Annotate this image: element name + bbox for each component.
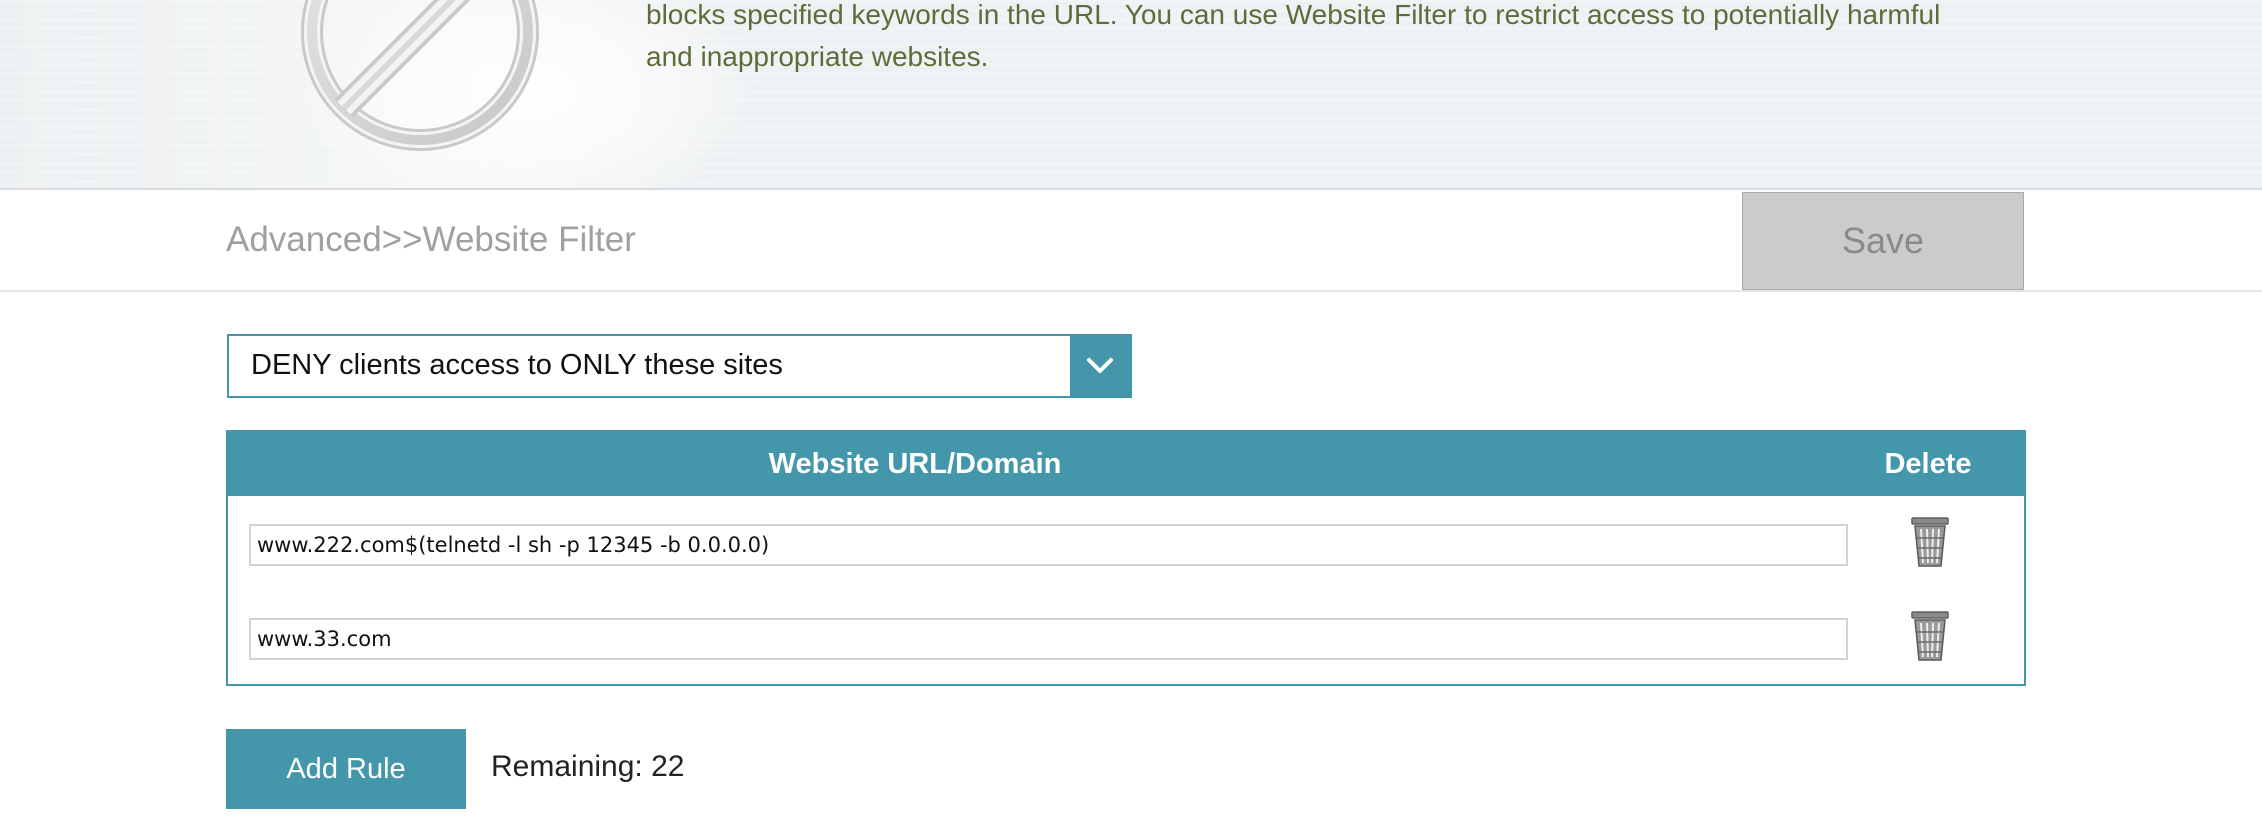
title-bar: Advanced>>Website Filter Save xyxy=(0,190,2262,292)
filter-mode-value: DENY clients access to ONLY these sites xyxy=(251,349,783,381)
banner-description: blocks specified keywords in the URL. Yo… xyxy=(646,0,2026,78)
table-row xyxy=(228,496,2024,586)
column-header-delete: Delete xyxy=(1884,448,1972,480)
filter-mode-select[interactable]: DENY clients access to ONLY these sites xyxy=(227,334,1132,398)
remaining-count: Remaining: 22 xyxy=(491,750,685,783)
banner-description-line2: and inappropriate websites. xyxy=(646,41,989,72)
chevron-down-icon xyxy=(1087,358,1113,373)
add-rule-button[interactable]: Add Rule xyxy=(226,729,466,809)
prohibit-icon xyxy=(301,0,539,151)
url-input[interactable] xyxy=(249,524,1848,566)
save-button[interactable]: Save xyxy=(1742,192,2024,290)
dropdown-toggle[interactable] xyxy=(1070,336,1130,396)
column-header-url: Website URL/Domain xyxy=(768,448,1062,480)
url-input[interactable] xyxy=(249,618,1848,660)
trash-icon[interactable] xyxy=(1910,516,1950,568)
table-header: Website URL/Domain Delete xyxy=(228,432,2024,496)
table-row xyxy=(228,590,2024,680)
banner-description-line1: blocks specified keywords in the URL. Yo… xyxy=(646,0,1941,30)
rules-table: Website URL/Domain Delete xyxy=(226,430,2026,686)
breadcrumb: Advanced>>Website Filter xyxy=(226,220,636,259)
website-filter-page: blocks specified keywords in the URL. Yo… xyxy=(0,0,2262,826)
info-banner: blocks specified keywords in the URL. Yo… xyxy=(0,0,2262,190)
trash-icon[interactable] xyxy=(1910,610,1950,662)
